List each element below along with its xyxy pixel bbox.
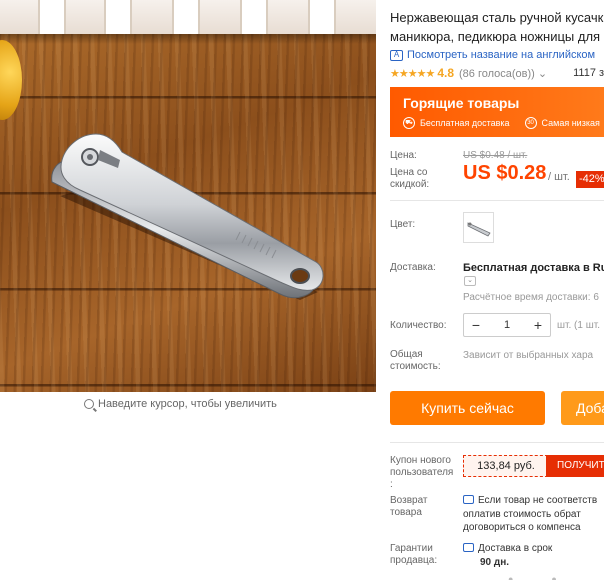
returns-label: Возврат товара bbox=[390, 495, 428, 518]
delivery-estimate: Расчётное время доставки: 6 bbox=[463, 292, 599, 303]
quantity-input[interactable]: 1 bbox=[488, 314, 526, 336]
star-rating-icon: ★★★★★ bbox=[390, 67, 435, 80]
translate-title-link[interactable]: A Посмотреть название на английском bbox=[390, 49, 595, 61]
divider bbox=[390, 442, 604, 443]
buy-now-button[interactable]: Купить сейчас bbox=[390, 391, 545, 425]
rating-row: ★★★★★ 4.8 (86 голоса(ов)) ⌄ 1117 з bbox=[390, 66, 604, 80]
coupon-label: Купон нового пользователя : bbox=[390, 455, 454, 490]
orders-count: 1117 з bbox=[573, 67, 604, 79]
lowest-price-badge: Самая низкая bbox=[541, 118, 600, 128]
rating-votes-dropdown[interactable]: (86 голоса(ов)) ⌄ bbox=[459, 67, 547, 80]
price-label: Цена: bbox=[390, 150, 417, 161]
translate-icon: A bbox=[390, 49, 403, 61]
swatch-thumbnail bbox=[467, 222, 491, 237]
coupon-amount: 133,84 руб. bbox=[463, 455, 548, 477]
get-coupon-button[interactable]: ПОЛУЧИТ bbox=[546, 455, 604, 477]
chevron-down-icon[interactable]: ⌄ bbox=[464, 276, 476, 286]
shipping-label: Доставка: bbox=[390, 262, 436, 273]
product-info-panel: Нержавеющая сталь ручной кусачк маникюра… bbox=[390, 0, 604, 580]
divider bbox=[390, 200, 604, 201]
nail-clipper-illustration bbox=[51, 133, 324, 300]
rating-score: 4.8 bbox=[437, 66, 454, 80]
quantity-stepper: − 1 + bbox=[463, 313, 551, 337]
zoom-hint: Наведите курсор, чтобы увеличить bbox=[84, 398, 277, 410]
product-image[interactable] bbox=[0, 0, 376, 392]
free-shipping-icon: ⛟ bbox=[403, 117, 415, 129]
quantity-unit: шт. (1 шт. bbox=[557, 320, 600, 331]
returns-icon bbox=[463, 495, 474, 504]
price-per-unit: / шт. bbox=[548, 171, 570, 183]
on-time-delivery: Доставка в срок bbox=[463, 543, 552, 554]
shipping-method[interactable]: Бесплатная доставка в Rus bbox=[463, 262, 604, 274]
returns-policy: Если товар не соответств оплатив стоимос… bbox=[463, 495, 598, 533]
total-label: Общая стоимость: bbox=[390, 349, 441, 372]
guarantee-label: Гарантии продавца: bbox=[390, 543, 438, 566]
color-label: Цвет: bbox=[390, 219, 416, 230]
guarantee-days: 90 дн. bbox=[480, 557, 510, 568]
discount-badge: -42% bbox=[576, 171, 604, 188]
total-cost-note: Зависит от выбранных хара bbox=[463, 350, 594, 361]
add-to-cart-button[interactable]: Доба bbox=[561, 391, 604, 425]
old-price: US $0.48 / шт. bbox=[463, 150, 528, 161]
product-title: Нержавеющая сталь ручной кусачк маникюра… bbox=[390, 10, 604, 44]
quantity-increase-button[interactable]: + bbox=[526, 314, 550, 336]
sale-price-label: Цена со скидкой: bbox=[390, 167, 430, 190]
guarantee-icons: ●● bbox=[508, 574, 595, 580]
quantity-label: Количество: bbox=[390, 320, 447, 331]
hot-deals-banner: Горящие товары ⛟ Бесплатная доставка 30 … bbox=[390, 87, 604, 137]
free-shipping-badge: Бесплатная доставка bbox=[420, 118, 510, 128]
lowest-price-icon: 30 bbox=[524, 117, 537, 129]
sale-price: US $0.28 bbox=[463, 162, 547, 184]
quantity-decrease-button[interactable]: − bbox=[464, 314, 488, 336]
hot-deals-heading: Горящие товары bbox=[403, 95, 520, 111]
delivery-truck-icon bbox=[463, 543, 474, 552]
magnifier-icon bbox=[84, 399, 94, 409]
color-swatch[interactable] bbox=[463, 212, 494, 243]
